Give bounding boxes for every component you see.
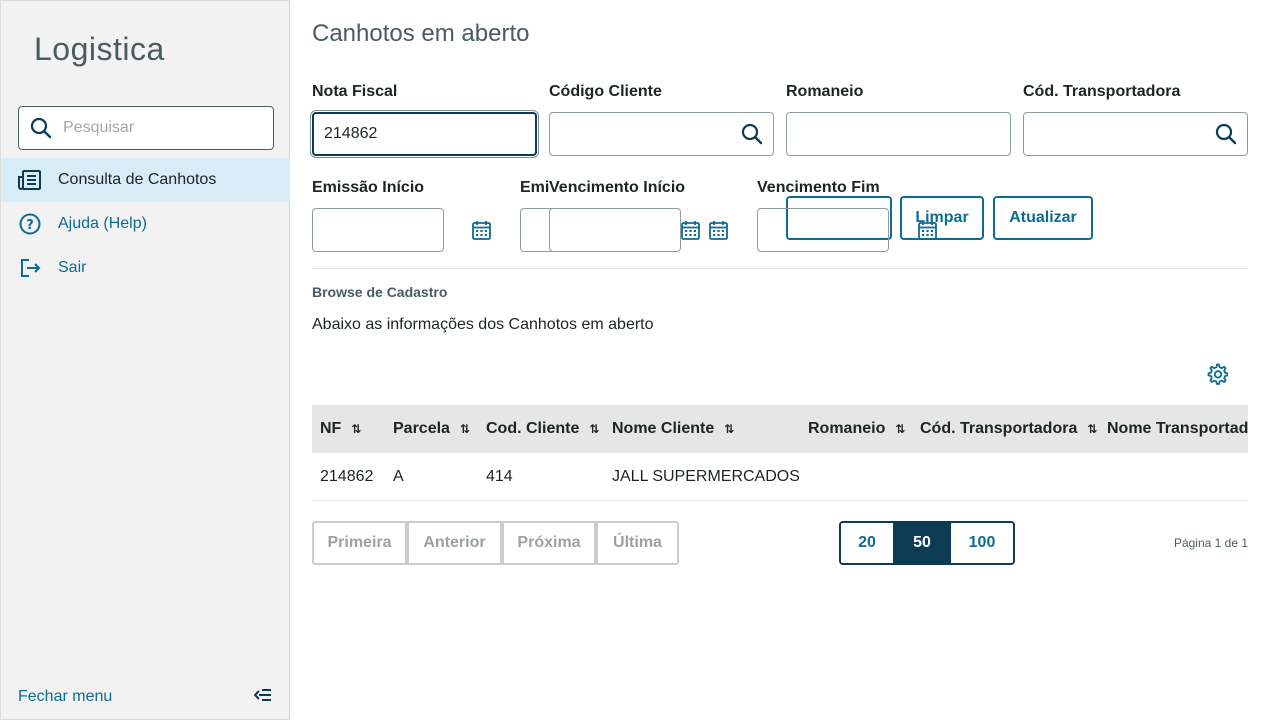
cell-nf: 214862 bbox=[320, 468, 374, 485]
column-label: NF bbox=[320, 420, 342, 437]
calendar-icon[interactable] bbox=[918, 220, 937, 245]
logout-icon bbox=[18, 256, 42, 280]
table-row[interactable]: 214862 A 414 JALL SUPERMERCADOS bbox=[312, 453, 1248, 501]
emissao-inicio-label: Emissão Início bbox=[312, 179, 425, 196]
search-icon[interactable] bbox=[741, 123, 763, 150]
sidebar-item-label: Sair bbox=[58, 259, 87, 276]
table-header: NF ⇅ Parcela ⇅ Cod. Cliente ⇅ Nome Clien… bbox=[312, 405, 1248, 453]
column-header-nome-transportadora[interactable]: Nome Transportadora bbox=[1107, 405, 1248, 453]
vencimento-fim-label: Vencimento Fim bbox=[757, 179, 880, 196]
svg-text:?: ? bbox=[26, 218, 34, 233]
column-label: Nome Cliente bbox=[612, 420, 715, 437]
main-content: Canhotos em aberto Nota Fiscal Código Cl… bbox=[310, 0, 1248, 720]
vencimento-fim-input[interactable] bbox=[757, 208, 889, 252]
sidebar-item-consulta-canhotos[interactable]: Consulta de Canhotos bbox=[1, 158, 290, 202]
column-label: Nome Transportadora bbox=[1107, 420, 1248, 437]
sidebar-item-label: Ajuda (Help) bbox=[58, 215, 147, 232]
search-icon bbox=[19, 117, 63, 139]
collapse-menu-label: Fechar menu bbox=[18, 688, 113, 705]
romaneio-input[interactable] bbox=[786, 112, 1011, 156]
collapse-arrow-icon bbox=[253, 688, 272, 707]
column-header-nome-cliente[interactable]: Nome Cliente ⇅ bbox=[612, 405, 734, 453]
nota-fiscal-input[interactable]: 214862 bbox=[310, 110, 539, 158]
emissao-inicio-input[interactable] bbox=[312, 208, 444, 252]
column-label: Cod. Cliente bbox=[486, 420, 580, 437]
column-header-cod-transportadora[interactable]: Cód. Transportadora ⇅ bbox=[920, 405, 1097, 453]
cell-cod-cliente: 414 bbox=[486, 468, 513, 485]
browse-description: Abaixo as informações dos Canhotos em ab… bbox=[312, 316, 654, 333]
page-size-20[interactable]: 20 bbox=[841, 523, 893, 563]
sidebar-search[interactable] bbox=[18, 106, 274, 150]
calendar-icon[interactable] bbox=[681, 220, 700, 245]
sort-icon[interactable]: ⇅ bbox=[351, 422, 361, 436]
first-page-button[interactable]: Primeira bbox=[312, 521, 407, 565]
codigo-cliente-label: Código Cliente bbox=[549, 83, 662, 100]
sidebar-menu: Consulta de Canhotos ? Ajuda (Help) Sair bbox=[1, 158, 290, 290]
gear-icon[interactable] bbox=[1206, 363, 1229, 390]
nota-fiscal-label: Nota Fiscal bbox=[312, 83, 398, 100]
help-circle-icon: ? bbox=[18, 212, 42, 236]
calendar-icon[interactable] bbox=[472, 220, 491, 245]
collapse-menu-button[interactable]: Fechar menu bbox=[1, 675, 289, 719]
atualizar-label: Atualizar bbox=[1009, 209, 1077, 226]
receipt-list-icon bbox=[18, 168, 42, 192]
page-size-selector: 20 50 100 bbox=[839, 521, 1015, 565]
sidebar-item-sair[interactable]: Sair bbox=[1, 246, 290, 290]
page-size-50[interactable]: 50 bbox=[895, 523, 949, 563]
limpar-button[interactable]: Limpar bbox=[900, 196, 984, 240]
sidebar-item-label: Consulta de Canhotos bbox=[58, 171, 217, 188]
vencimento-inicio-input[interactable] bbox=[549, 208, 681, 252]
sidebar-item-ajuda[interactable]: ? Ajuda (Help) bbox=[1, 202, 290, 246]
column-header-nf[interactable]: NF ⇅ bbox=[320, 405, 361, 453]
browse-title: Browse de Cadastro bbox=[312, 284, 448, 300]
codigo-cliente-input[interactable] bbox=[549, 112, 774, 156]
cell-nome-cliente: JALL SUPERMERCADOS bbox=[612, 468, 800, 485]
last-page-button[interactable]: Última bbox=[596, 521, 679, 565]
column-label: Parcela bbox=[393, 420, 450, 437]
column-label: Cód. Transportadora bbox=[920, 420, 1078, 437]
cod-transportadora-input[interactable] bbox=[1023, 112, 1248, 156]
column-header-parcela[interactable]: Parcela ⇅ bbox=[393, 405, 470, 453]
sort-icon[interactable]: ⇅ bbox=[895, 422, 905, 436]
column-header-cod-cliente[interactable]: Cod. Cliente ⇅ bbox=[486, 405, 599, 453]
atualizar-button[interactable]: Atualizar bbox=[993, 196, 1093, 240]
romaneio-label: Romaneio bbox=[786, 83, 864, 100]
nota-fiscal-value: 214862 bbox=[324, 125, 378, 142]
cell-parcela: A bbox=[393, 468, 404, 485]
page-info: Página 1 de 1 bbox=[1173, 536, 1248, 550]
sort-icon[interactable]: ⇅ bbox=[1087, 422, 1097, 436]
next-page-button[interactable]: Próxima bbox=[502, 521, 596, 565]
cod-transportadora-label: Cód. Transportadora bbox=[1023, 83, 1181, 100]
search-input[interactable] bbox=[63, 119, 263, 137]
sort-icon[interactable]: ⇅ bbox=[589, 422, 599, 436]
sort-icon[interactable]: ⇅ bbox=[724, 422, 734, 436]
column-header-romaneio[interactable]: Romaneio ⇅ bbox=[808, 405, 905, 453]
column-label: Romaneio bbox=[808, 420, 886, 437]
sort-icon[interactable]: ⇅ bbox=[460, 422, 470, 436]
sidebar: Logistica Consulta de Canhotos ? Ajuda (… bbox=[0, 0, 290, 720]
page-size-100[interactable]: 100 bbox=[951, 523, 1013, 563]
search-icon[interactable] bbox=[1215, 123, 1237, 150]
app-title: Logistica bbox=[34, 31, 165, 67]
page-title: Canhotos em aberto bbox=[312, 20, 530, 47]
calendar-icon[interactable] bbox=[709, 220, 728, 245]
divider bbox=[312, 268, 1248, 269]
previous-page-button[interactable]: Anterior bbox=[407, 521, 502, 565]
vencimento-inicio-label: Vencimento Início bbox=[549, 179, 688, 197]
